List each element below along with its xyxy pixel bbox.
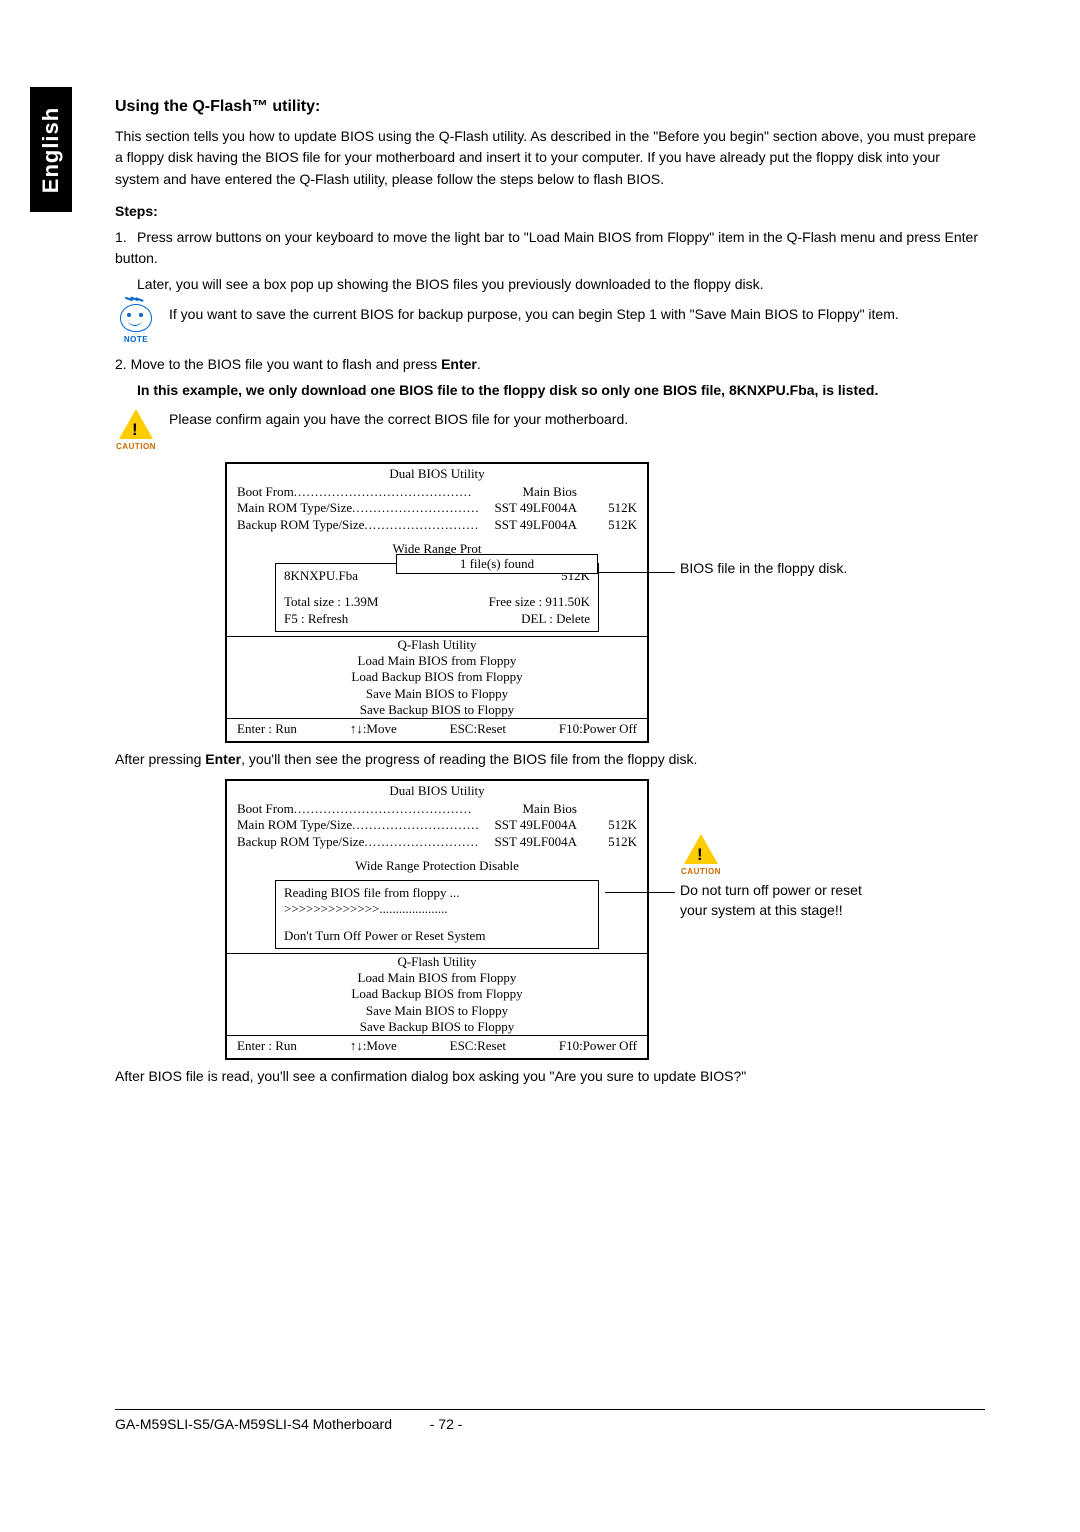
bios-title: Dual BIOS Utility (227, 466, 647, 482)
caution-text: Please confirm again you have the correc… (169, 409, 628, 431)
file-name: 8KNXPU.Fba (284, 568, 358, 584)
caution-icon-2: CAUTION (680, 834, 722, 878)
heading-main: Using the Q-Flash™ utility: (115, 95, 985, 120)
after-read: After BIOS file is read, you'll see a co… (115, 1066, 985, 1088)
step1-later: Later, you will see a box pop up showing… (137, 274, 985, 296)
annot-box2: Do not turn off power or reset your syst… (680, 881, 870, 920)
note-text: If you want to save the current BIOS for… (169, 304, 899, 326)
bios-box-1: Dual BIOS Utility Boot From.............… (225, 462, 649, 744)
progress-bar: >>>>>>>>>>>>>..................... (284, 901, 590, 917)
note-icon: NOTE (115, 304, 157, 346)
annot-box1: BIOS file in the floppy disk. (680, 559, 860, 579)
footer-model: GA-M59SLI-S5/GA-M59SLI-S4 Motherboard (115, 1416, 392, 1432)
step2-line: 2. Move to the BIOS file you want to fla… (115, 354, 985, 376)
page-footer: GA-M59SLI-S5/GA-M59SLI-S4 Motherboard - … (115, 1409, 985, 1432)
bios-box-2: Dual BIOS Utility Boot From.............… (225, 779, 649, 1061)
step2-bold: In this example, we only download one BI… (137, 382, 878, 398)
step1-text: 1.Press arrow buttons on your keyboard t… (115, 227, 985, 270)
progress-inset: Reading BIOS file from floppy ... >>>>>>… (275, 880, 599, 949)
language-tab: English (30, 87, 72, 212)
note-label: NOTE (124, 334, 148, 346)
caution-icon: CAUTION (115, 409, 157, 453)
intro-text: This section tells you how to update BIO… (115, 126, 985, 191)
heading-steps: Steps: (115, 201, 985, 223)
files-found-popup: 1 file(s) found (396, 554, 598, 574)
step1-num: 1. (115, 227, 137, 249)
footer-page: - 72 - (430, 1416, 463, 1432)
language-label: English (38, 106, 64, 192)
file-inset: 1 file(s) found 8KNXPU.Fba512K Total siz… (275, 563, 599, 632)
between-text: After pressing Enter, you'll then see th… (115, 749, 985, 771)
